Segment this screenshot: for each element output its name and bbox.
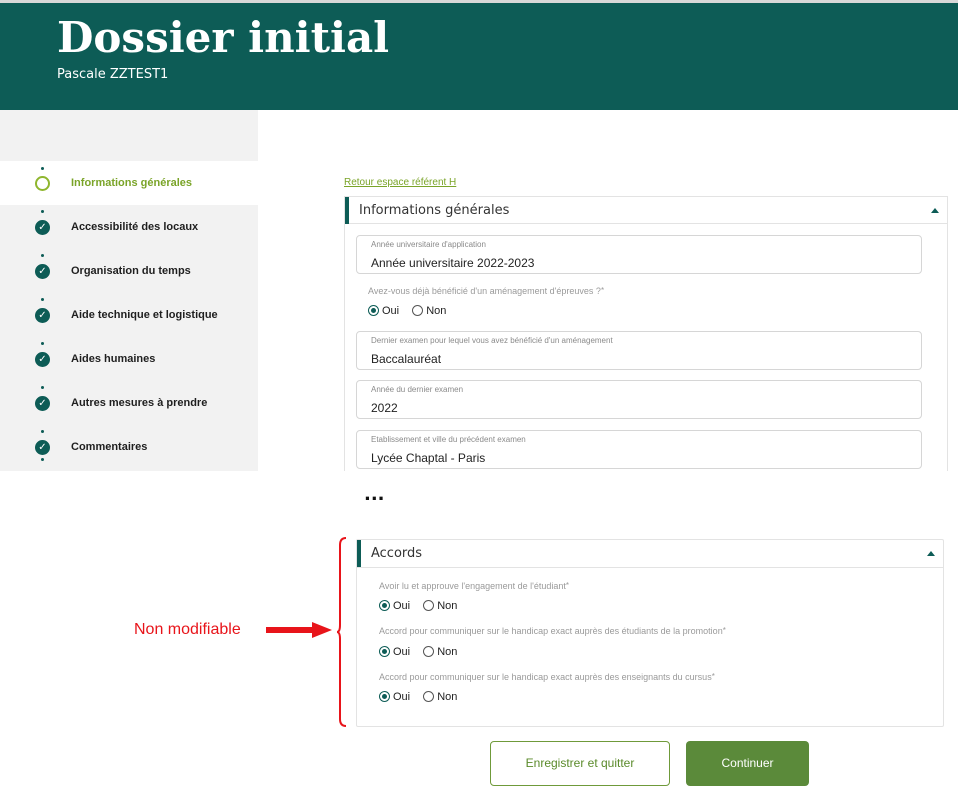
radio-label: Non: [437, 646, 458, 658]
annotation-label: Non modifiable: [134, 621, 241, 638]
accord-radio-group: Oui Non: [379, 599, 467, 613]
annotation-arrow-icon: [266, 622, 332, 638]
check-icon: ✓: [35, 440, 50, 455]
back-to-referent-link[interactable]: Retour espace référent H: [344, 177, 456, 188]
radio-selected-icon: [379, 690, 390, 702]
sidebar-item-informations-generales[interactable]: Informations générales: [0, 161, 258, 205]
collapse-caret-icon[interactable]: [927, 551, 935, 556]
accords-panel: Accords Avoir lu et approuve l'engagemen…: [356, 539, 944, 727]
student-name: Pascale ZZTEST1: [57, 67, 169, 82]
radio-empty-icon: [423, 645, 435, 657]
required-marker: *: [711, 672, 715, 681]
accord-question: Avoir lu et approuve l'engagement de l'é…: [379, 581, 569, 591]
accord-question: Accord pour communiquer sur le handicap …: [379, 626, 726, 636]
check-icon: ✓: [35, 308, 50, 323]
panel-accent-bar: [357, 540, 361, 567]
annotation-bracket: [337, 537, 347, 727]
crop-mask: [258, 471, 963, 481]
radio-non[interactable]: Non: [423, 599, 457, 613]
page-header: Dossier initial Pascale ZZTEST1: [0, 0, 958, 110]
radio-oui[interactable]: Oui: [379, 599, 410, 613]
sidebar-item-label: Accessibilité des locaux: [71, 221, 199, 233]
radio-label: Oui: [393, 646, 411, 658]
sidebar-item-label: Organisation du temps: [71, 265, 191, 277]
field-label: Année du dernier examen: [371, 385, 464, 394]
ellipsis: ...: [364, 484, 385, 505]
radio-label: Non: [426, 305, 447, 317]
field-value: 2022: [371, 401, 398, 415]
sidebar-item-accessibilite[interactable]: ✓ Accessibilité des locaux: [0, 205, 258, 249]
sidebar-item-label: Aides humaines: [71, 353, 156, 365]
collapse-caret-icon[interactable]: [931, 208, 939, 213]
radio-non[interactable]: Non: [423, 690, 457, 704]
check-icon: ✓: [35, 396, 50, 411]
radio-selected-icon: [379, 599, 390, 611]
field-label: Etablissement et ville du précédent exam…: [371, 435, 526, 444]
accommodation-radio-group: Oui Non: [368, 304, 456, 318]
radio-selected-icon: [368, 304, 379, 316]
required-marker: *: [600, 286, 605, 295]
required-marker: *: [565, 581, 570, 590]
radio-label: Oui: [393, 691, 411, 703]
sidebar-item-organisation[interactable]: ✓ Organisation du temps: [0, 249, 258, 293]
page-title: Dossier initial: [57, 13, 390, 62]
general-info-panel: Informations générales Année universitai…: [344, 196, 948, 476]
sidebar-stepper: Informations générales ✓ Accessibilité d…: [0, 110, 258, 471]
question-label: Avoir lu et approuve l'engagement de l'é…: [379, 581, 566, 591]
radio-oui[interactable]: Oui: [368, 304, 399, 318]
panel-title: Informations générales: [359, 203, 510, 218]
academic-year-field[interactable]: Année universitaire d'application Année …: [356, 235, 922, 274]
radio-empty-icon: [423, 599, 435, 611]
sidebar-item-commentaires[interactable]: ✓ Commentaires: [0, 425, 258, 469]
sidebar-item-label: Informations générales: [71, 177, 193, 189]
previous-school-field[interactable]: Etablissement et ville du précédent exam…: [356, 430, 922, 469]
field-label: Année universitaire d'application: [371, 240, 486, 249]
check-icon: ✓: [35, 352, 50, 367]
radio-non[interactable]: Non: [412, 304, 446, 318]
accommodation-question: Avez-vous déjà bénéficié d'un aménagemen…: [368, 286, 604, 296]
check-icon: ✓: [35, 264, 50, 279]
radio-empty-icon: [412, 304, 424, 316]
question-label: Accord pour communiquer sur le handicap …: [379, 672, 712, 682]
accord-radio-group: Oui Non: [379, 645, 467, 659]
accord-question: Accord pour communiquer sur le handicap …: [379, 672, 715, 682]
sidebar-item-aides-humaines[interactable]: ✓ Aides humaines: [0, 337, 258, 381]
sidebar-item-label: Autres mesures à prendre: [71, 397, 208, 409]
field-value: Lycée Chaptal - Paris: [371, 451, 486, 465]
question-label: Accord pour communiquer sur le handicap …: [379, 626, 723, 636]
sidebar-item-label: Aide technique et logistique: [71, 309, 218, 321]
step-connector-dot: [41, 458, 44, 461]
last-exam-year-field[interactable]: Année du dernier examen 2022: [356, 380, 922, 419]
panel-title: Accords: [371, 546, 423, 561]
panel-header[interactable]: Informations générales: [345, 197, 947, 224]
field-value: Année universitaire 2022-2023: [371, 256, 535, 270]
panel-header[interactable]: Accords: [357, 540, 943, 568]
last-exam-field[interactable]: Dernier examen pour lequel vous avez bén…: [356, 331, 922, 370]
panel-accent-bar: [345, 197, 349, 224]
save-and-quit-button[interactable]: Enregistrer et quitter: [490, 741, 670, 786]
required-marker: *: [722, 626, 726, 635]
radio-label: Oui: [382, 305, 400, 317]
radio-non[interactable]: Non: [423, 645, 457, 659]
sidebar-item-aide-technique[interactable]: ✓ Aide technique et logistique: [0, 293, 258, 337]
sidebar-item-autres-mesures[interactable]: ✓ Autres mesures à prendre: [0, 381, 258, 425]
radio-empty-icon: [423, 690, 435, 702]
radio-selected-icon: [379, 645, 390, 657]
page: Dossier initial Pascale ZZTEST1 Informat…: [0, 0, 963, 791]
radio-label: Non: [437, 691, 458, 703]
radio-oui[interactable]: Oui: [379, 690, 410, 704]
continue-button[interactable]: Continuer: [686, 741, 809, 786]
radio-label: Non: [437, 600, 458, 612]
radio-oui[interactable]: Oui: [379, 645, 410, 659]
accord-radio-group: Oui Non: [379, 690, 467, 704]
field-label: Dernier examen pour lequel vous avez bén…: [371, 336, 613, 345]
check-icon: ✓: [35, 220, 50, 235]
radio-label: Oui: [393, 600, 411, 612]
current-step-icon: [35, 176, 50, 191]
field-value: Baccalauréat: [371, 352, 442, 366]
sidebar-item-label: Commentaires: [71, 441, 148, 453]
question-label: Avez-vous déjà bénéficié d'un aménagemen…: [368, 286, 601, 296]
